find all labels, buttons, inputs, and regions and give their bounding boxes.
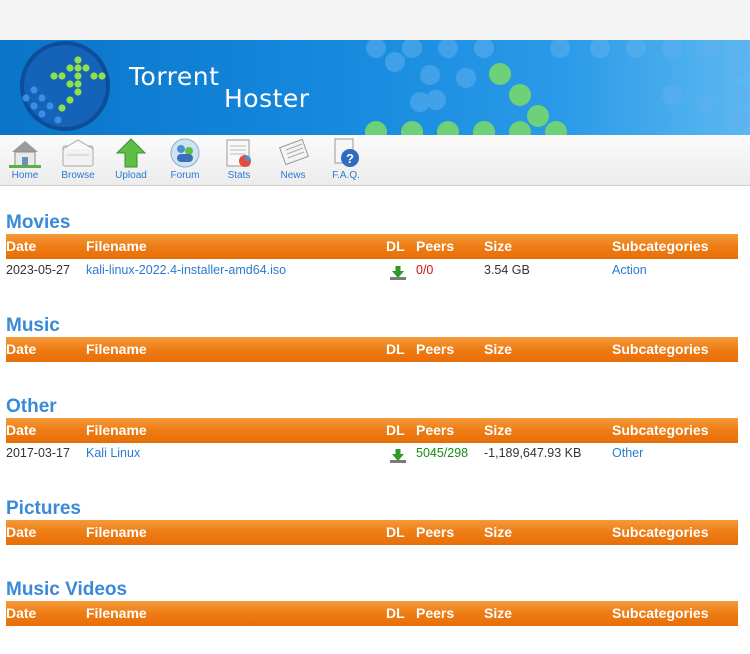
faq-icon: ? xyxy=(334,138,359,167)
nav-stats[interactable]: Stats xyxy=(212,137,266,181)
browse-icon xyxy=(62,139,94,167)
col-subcategories[interactable]: Subcategories xyxy=(612,238,708,254)
home-icon xyxy=(9,141,41,168)
col-date[interactable]: Date xyxy=(6,238,36,254)
col-date[interactable]: Date xyxy=(6,341,36,357)
col-subcategories[interactable]: Subcategories xyxy=(612,422,708,438)
col-peers[interactable]: Peers xyxy=(416,341,454,357)
nav-browse[interactable]: Browse xyxy=(51,137,105,181)
nav-stats-label: Stats xyxy=(227,170,251,181)
col-dl[interactable]: DL xyxy=(386,422,405,438)
section-title-other: Other xyxy=(6,396,57,417)
nav-browse-label: Browse xyxy=(61,170,95,181)
section-title-pictures: Pictures xyxy=(6,498,81,519)
top-blank-area xyxy=(0,0,750,40)
nav-upload[interactable]: Upload xyxy=(104,137,158,181)
row-filename-link[interactable]: kali-linux-2022.4-installer-amd64.iso xyxy=(86,263,286,277)
table-header-other: Date Filename DL Peers Size Subcategorie… xyxy=(6,418,738,443)
section-title-movies: Movies xyxy=(6,212,71,233)
row-size: 3.54 GB xyxy=(484,263,530,277)
nav-forum-label: Forum xyxy=(170,170,200,181)
col-size[interactable]: Size xyxy=(484,605,512,621)
row-peers: 5045/298 xyxy=(416,446,469,460)
upload-icon xyxy=(115,138,147,168)
table-header-music: Date Filename DL Peers Size Subcategorie… xyxy=(6,337,738,362)
col-filename[interactable]: Filename xyxy=(86,341,147,357)
nav-home-label: Home xyxy=(11,170,39,181)
nav-faq[interactable]: ? F.A.Q. xyxy=(319,137,373,181)
table-header-music-videos: Date Filename DL Peers Size Subcategorie… xyxy=(6,601,738,626)
section-title-music-videos: Music Videos xyxy=(6,579,128,600)
col-filename[interactable]: Filename xyxy=(86,238,147,254)
col-dl[interactable]: DL xyxy=(386,341,405,357)
table-row: 2017-03-17 Kali Linux 5045/298 -1,189,64… xyxy=(6,442,738,464)
col-dl[interactable]: DL xyxy=(386,238,405,254)
site-banner: Torrent Hoster xyxy=(0,40,750,135)
col-dl[interactable]: DL xyxy=(386,524,405,540)
main-navbar: Home Browse Upload Forum Stats News ? F.… xyxy=(0,135,750,186)
col-dl[interactable]: DL xyxy=(386,605,405,621)
col-size[interactable]: Size xyxy=(484,341,512,357)
download-icon[interactable] xyxy=(390,266,406,280)
section-title-music: Music xyxy=(6,315,60,336)
banner-title-hoster: Hoster xyxy=(224,84,310,113)
col-date[interactable]: Date xyxy=(6,524,36,540)
svg-text:?: ? xyxy=(346,151,354,166)
row-subcategory-link[interactable]: Action xyxy=(612,263,647,277)
table-header-pictures: Date Filename DL Peers Size Subcategorie… xyxy=(6,520,738,545)
col-filename[interactable]: Filename xyxy=(86,422,147,438)
table-header-movies: Date Filename DL Peers Size Subcategorie… xyxy=(6,234,738,259)
col-peers[interactable]: Peers xyxy=(416,422,454,438)
col-subcategories[interactable]: Subcategories xyxy=(612,524,708,540)
row-subcategory-link[interactable]: Other xyxy=(612,446,643,460)
nav-news-label: News xyxy=(280,170,306,181)
banner-decoration xyxy=(20,40,750,135)
col-size[interactable]: Size xyxy=(484,422,512,438)
col-size[interactable]: Size xyxy=(484,238,512,254)
col-filename[interactable]: Filename xyxy=(86,605,147,621)
table-row: 2023-05-27 kali-linux-2022.4-installer-a… xyxy=(6,259,738,281)
row-peers: 0/0 xyxy=(416,263,434,277)
col-peers[interactable]: Peers xyxy=(416,238,454,254)
stats-icon xyxy=(226,139,251,167)
news-icon xyxy=(279,138,309,166)
forum-icon xyxy=(170,138,200,168)
nav-forum[interactable]: Forum xyxy=(158,137,212,181)
col-date[interactable]: Date xyxy=(6,605,36,621)
col-date[interactable]: Date xyxy=(6,422,36,438)
col-filename[interactable]: Filename xyxy=(86,524,147,540)
col-peers[interactable]: Peers xyxy=(416,605,454,621)
nav-home[interactable]: Home xyxy=(0,137,52,181)
nav-faq-label: F.A.Q. xyxy=(332,170,360,181)
col-subcategories[interactable]: Subcategories xyxy=(612,341,708,357)
col-subcategories[interactable]: Subcategories xyxy=(612,605,708,621)
nav-upload-label: Upload xyxy=(115,170,147,181)
row-date: 2023-05-27 xyxy=(6,263,70,277)
download-icon[interactable] xyxy=(390,449,406,463)
col-size[interactable]: Size xyxy=(484,524,512,540)
row-date: 2017-03-17 xyxy=(6,446,70,460)
col-peers[interactable]: Peers xyxy=(416,524,454,540)
nav-news[interactable]: News xyxy=(266,137,320,181)
row-filename-link[interactable]: Kali Linux xyxy=(86,446,140,460)
banner-title-torrent: Torrent xyxy=(129,62,220,91)
row-size: -1,189,647.93 KB xyxy=(484,446,582,460)
